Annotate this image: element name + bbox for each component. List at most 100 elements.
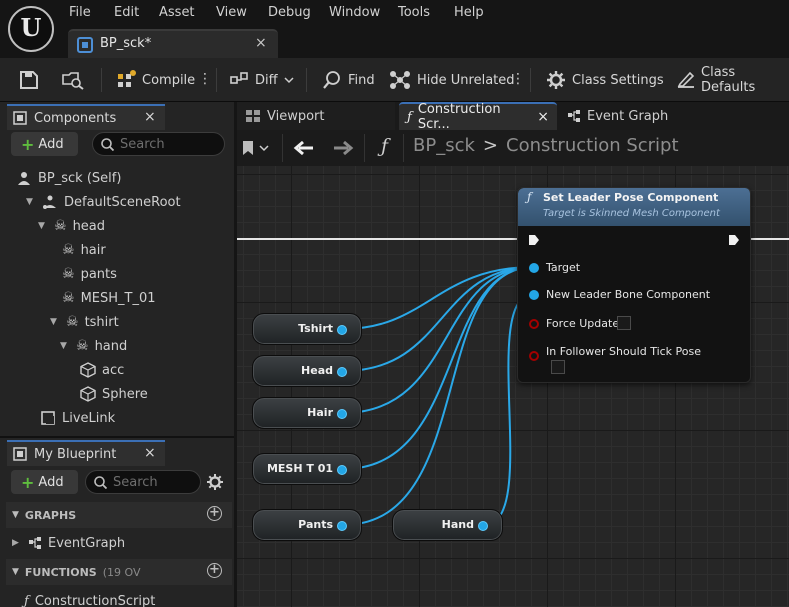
variable-node-hair[interactable]: Hair: [252, 397, 362, 429]
target-pin[interactable]: [529, 263, 539, 273]
menu-file[interactable]: File: [69, 5, 91, 20]
class-settings-button[interactable]: Class Settings: [546, 58, 664, 102]
expand-triangle-icon: ▼: [38, 221, 45, 231]
follower-tick-checkbox[interactable]: [551, 360, 565, 374]
add-component-button[interactable]: + Add: [11, 132, 78, 156]
my-blueprint-search-input[interactable]: Search: [85, 470, 201, 494]
tab-construction-script[interactable]: ƒ Construction Scr... ×: [399, 102, 557, 132]
menu-asset[interactable]: Asset: [159, 5, 195, 20]
tree-item-mesh-t-01[interactable]: ☠ MESH_T_01: [62, 286, 156, 310]
output-pin[interactable]: [337, 409, 347, 419]
diff-label: Diff: [255, 72, 278, 88]
tree-item-tshirt[interactable]: ▼ ☠ tshirt: [50, 310, 119, 334]
tab-event-graph[interactable]: Event Graph: [559, 102, 719, 130]
components-tab[interactable]: Components ×: [7, 104, 165, 130]
force-update-checkbox[interactable]: [617, 316, 631, 330]
add-function-icon[interactable]: +: [207, 563, 222, 578]
exec-in-pin[interactable]: [528, 234, 540, 246]
variable-node-pants[interactable]: Pants: [252, 509, 362, 541]
skeletal-mesh-icon: ☠: [54, 218, 67, 234]
add-label: Add: [38, 474, 64, 490]
tree-item-livelink[interactable]: LiveLink: [40, 406, 115, 430]
follower-tick-pin[interactable]: [529, 351, 539, 361]
tree-item-head[interactable]: ▼ ☠ head: [38, 214, 105, 238]
find-button[interactable]: Find: [322, 58, 375, 102]
wire-pants-target: [342, 266, 535, 526]
menu-edit[interactable]: Edit: [114, 5, 139, 20]
hide-unrelated-icon: [390, 71, 410, 89]
back-arrow-icon[interactable]: [293, 139, 315, 157]
plus-icon: +: [21, 472, 35, 492]
document-tab-bp-sck[interactable]: BP_sck* ×: [68, 29, 278, 58]
find-icon: [323, 71, 340, 89]
toolbar-separator: [216, 68, 217, 92]
chevron-down-icon: [284, 77, 294, 84]
diff-button[interactable]: Diff: [229, 58, 294, 102]
expand-triangle-icon: ▼: [50, 317, 57, 327]
components-title: Components: [34, 110, 117, 126]
add-graph-icon[interactable]: +: [207, 506, 222, 521]
save-icon[interactable]: [19, 70, 39, 90]
class-defaults-button[interactable]: Class Defaults: [676, 58, 789, 102]
variable-node-hand[interactable]: Hand: [392, 509, 503, 541]
chevron-down-icon: [259, 145, 269, 152]
event-graph-icon: [568, 110, 580, 122]
compile-button[interactable]: Compile: [116, 58, 195, 102]
close-tab-icon[interactable]: ×: [255, 35, 267, 51]
hide-unrelated-button[interactable]: Hide Unrelated: [389, 58, 515, 102]
graph-tab-bar: Viewport ƒ Construction Scr... × Event G…: [237, 102, 789, 132]
more-options-icon[interactable]: ⋮: [511, 71, 525, 87]
menu-debug[interactable]: Debug: [268, 5, 311, 20]
browse-icon[interactable]: [62, 70, 84, 90]
add-member-button[interactable]: + Add: [11, 470, 78, 494]
close-tab-icon[interactable]: ×: [537, 109, 549, 125]
new-leader-pin[interactable]: [529, 290, 539, 300]
unreal-logo-icon[interactable]: U: [8, 6, 54, 52]
output-pin[interactable]: [337, 325, 347, 335]
forward-arrow-icon[interactable]: [332, 139, 354, 157]
function-item-constructionscript[interactable]: ƒ ConstructionScript: [24, 589, 155, 607]
output-pin[interactable]: [337, 521, 347, 531]
bookmark-button[interactable]: [241, 136, 269, 160]
output-pin[interactable]: [478, 521, 488, 531]
class-defaults-icon: [677, 71, 695, 88]
components-panel: Components × + Add Search BP_sck (Self) …: [0, 102, 234, 436]
components-search-input[interactable]: Search: [92, 132, 225, 156]
tree-item-defaultsceneroot[interactable]: ▼ DefaultSceneRoot: [26, 190, 181, 214]
graph-item-eventgraph[interactable]: ▶ EventGraph: [12, 531, 125, 555]
breadcrumb-blueprint[interactable]: BP_sck: [413, 135, 475, 156]
tree-item-sphere[interactable]: Sphere: [80, 382, 148, 406]
force-update-pin[interactable]: [529, 319, 539, 329]
static-mesh-cube-icon: [80, 362, 96, 378]
nav-separator: [282, 134, 283, 162]
tree-item-hand[interactable]: ▼ ☠ hand: [60, 334, 127, 358]
close-panel-icon[interactable]: ×: [144, 109, 156, 125]
set-leader-pose-node[interactable]: ƒ Set Leader Pose Component Target is Sk…: [517, 187, 751, 383]
menu-tools[interactable]: Tools: [398, 5, 430, 20]
toolbar-separator: [530, 68, 531, 92]
functions-category-header[interactable]: ▼ FUNCTIONS (19 OV +: [6, 559, 232, 585]
tree-item-self[interactable]: BP_sck (Self): [16, 166, 121, 190]
skeletal-mesh-icon: ☠: [62, 266, 75, 282]
menu-view[interactable]: View: [216, 5, 247, 20]
close-panel-icon[interactable]: ×: [144, 445, 156, 461]
exec-out-pin[interactable]: [728, 234, 740, 246]
variable-node-head[interactable]: Head: [252, 355, 362, 387]
settings-gear-icon[interactable]: [206, 473, 224, 491]
menu-window[interactable]: Window: [329, 5, 380, 20]
tree-item-hair[interactable]: ☠ hair: [62, 238, 106, 262]
tree-item-pants[interactable]: ☠ pants: [62, 262, 117, 286]
output-pin[interactable]: [337, 465, 347, 475]
event-graph-icon: [29, 537, 41, 549]
output-pin[interactable]: [337, 367, 347, 377]
variable-node-mesh-t-01[interactable]: MESH T 01: [252, 453, 362, 485]
graphs-category-header[interactable]: ▼ GRAPHS +: [6, 502, 232, 528]
nav-separator: [403, 134, 404, 162]
variable-node-tshirt[interactable]: Tshirt: [252, 313, 362, 345]
tab-viewport[interactable]: Viewport: [237, 102, 395, 130]
tree-item-acc[interactable]: acc: [80, 358, 124, 382]
compile-options-icon[interactable]: ⋮: [198, 71, 212, 87]
my-blueprint-tab[interactable]: My Blueprint ×: [7, 440, 165, 466]
functions-count: (19 OV: [102, 565, 141, 579]
menu-help[interactable]: Help: [454, 5, 484, 20]
